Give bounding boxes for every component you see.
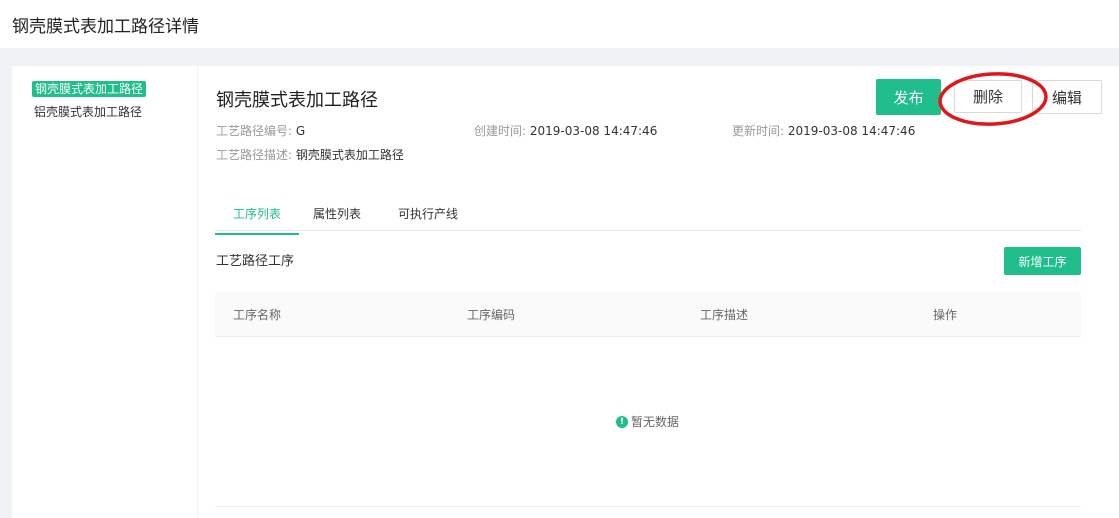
created-time: 创建时间: 2019-03-08 14:47:46 <box>474 122 657 139</box>
publish-button[interactable]: 发布 <box>876 79 941 115</box>
sidebar-item-steel[interactable]: 钢壳膜式表加工路径 <box>32 81 147 97</box>
delete-button[interactable]: 删除 <box>954 80 1022 113</box>
column-process-name: 工序名称 <box>233 308 282 322</box>
route-code-label: 工艺路径编号: <box>216 124 293 138</box>
table-header: 工序名称 工序编码 工序描述 操作 <box>215 292 1081 337</box>
updated-time-label: 更新时间: <box>732 124 785 138</box>
updated-time-value: 2019-03-08 14:47:46 <box>787 124 916 138</box>
route-desc-value: 钢壳膜式表加工路径 <box>295 148 404 162</box>
created-time-label: 创建时间: <box>474 124 527 138</box>
tab-executable-lines[interactable]: 可执行产线 <box>398 206 458 229</box>
route-desc-label: 工艺路径描述: <box>216 148 293 162</box>
main-panel: 钢壳膜式表加工路径 工艺路径编号: G 创建时间: 2019-03-08 14:… <box>198 66 1119 518</box>
table-bottom-border <box>215 506 1081 507</box>
info-circle-icon: ! <box>616 415 628 428</box>
route-code-value: G <box>295 124 306 138</box>
tab-process-list[interactable]: 工序列表 <box>215 206 300 235</box>
page-title: 钢壳膜式表加工路径详情 <box>12 17 199 37</box>
edit-button[interactable]: 编辑 <box>1032 80 1102 114</box>
tab-attribute-list[interactable]: 属性列表 <box>313 206 361 229</box>
add-process-button[interactable]: 新增工序 <box>1004 247 1081 275</box>
detail-title: 钢壳膜式表加工路径 <box>216 90 378 111</box>
page-header: 钢壳膜式表加工路径详情 <box>0 0 1119 48</box>
empty-text: 暂无数据 <box>631 415 680 429</box>
section-title: 工艺路径工序 <box>216 254 295 269</box>
sidebar-item-aluminum[interactable]: 铝壳膜式表加工路径 <box>34 104 142 120</box>
created-time-value: 2019-03-08 14:47:46 <box>529 124 658 138</box>
column-actions: 操作 <box>933 308 958 322</box>
route-desc: 工艺路径描述: 钢壳膜式表加工路径 <box>216 146 404 163</box>
column-process-code: 工序编码 <box>467 308 516 322</box>
sidebar: 钢壳膜式表加工路径 铝壳膜式表加工路径 <box>12 66 197 518</box>
updated-time: 更新时间: 2019-03-08 14:47:46 <box>732 122 915 139</box>
empty-state: ! 暂无数据 <box>616 413 679 430</box>
tab-bar: 工序列表 属性列表 可执行产线 <box>215 206 1081 235</box>
column-process-desc: 工序描述 <box>700 308 749 322</box>
route-code: 工艺路径编号: G <box>216 122 305 139</box>
